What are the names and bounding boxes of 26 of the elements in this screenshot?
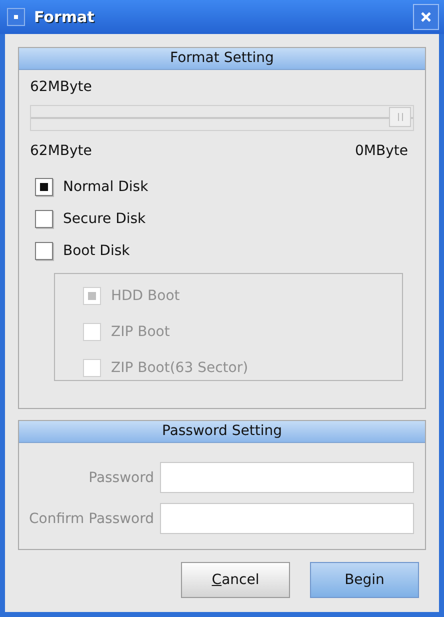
- max-label: 0MByte: [355, 143, 408, 159]
- slider-track[interactable]: [30, 105, 414, 131]
- min-label: 62MByte: [30, 143, 92, 159]
- checkbox-label: Normal Disk: [63, 179, 148, 195]
- group-header: Password Setting: [19, 421, 425, 443]
- slider-thumb[interactable]: [389, 107, 411, 127]
- input-field[interactable]: [160, 503, 414, 534]
- field-label: Password: [88, 470, 154, 486]
- checkbox-label: ZIP Boot(63 Sector): [111, 360, 248, 376]
- field-label: Confirm Password: [29, 510, 154, 526]
- cancel-button[interactable]: Cancel: [181, 562, 290, 598]
- group-header: Format Setting: [19, 48, 425, 70]
- checkbox[interactable]: [35, 242, 53, 260]
- checkbox[interactable]: [35, 178, 53, 196]
- window-icon: [7, 8, 25, 26]
- input-field[interactable]: [160, 462, 414, 493]
- checkbox-label: Secure Disk: [63, 211, 146, 227]
- checkbox[interactable]: [35, 210, 53, 228]
- begin-button[interactable]: Begin: [310, 562, 419, 598]
- close-button[interactable]: [413, 4, 439, 30]
- window-title: Format: [34, 8, 96, 26]
- checkbox-label: Boot Disk: [63, 243, 130, 259]
- checkbox-label: HDD Boot: [111, 288, 180, 304]
- checkbox-label: ZIP Boot: [111, 324, 170, 340]
- close-icon: [420, 11, 432, 23]
- size-label: 62MByte: [30, 79, 93, 95]
